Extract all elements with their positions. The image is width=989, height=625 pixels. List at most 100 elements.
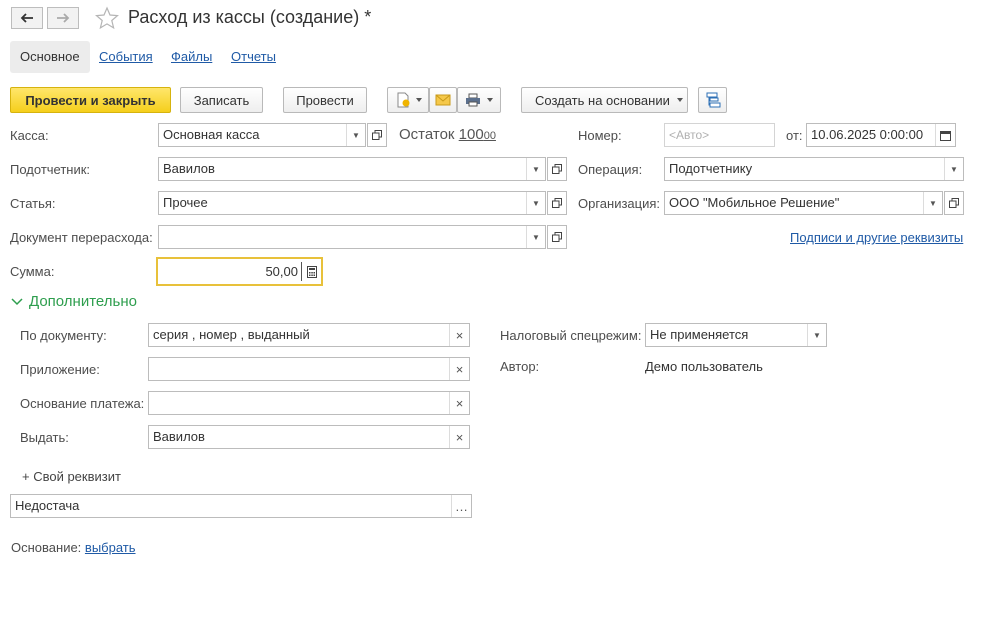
operation-value: Подотчетнику	[669, 161, 753, 176]
issue-to-value: Вавилов	[153, 429, 205, 444]
chevron-down-icon	[415, 98, 422, 102]
by-document-label: По документу:	[20, 328, 107, 343]
attachment-value	[149, 358, 449, 380]
arrow-left-icon	[20, 13, 33, 23]
sum-value: 50,00	[265, 264, 298, 279]
attachment-label: Приложение:	[20, 362, 100, 377]
calendar-icon[interactable]	[935, 124, 955, 146]
save-button[interactable]: Записать	[180, 87, 263, 113]
by-document-field[interactable]: серия , номер , выданный ×	[148, 323, 470, 347]
custom-attribute-field[interactable]: Недостача …	[10, 494, 472, 518]
basis-row: Основание: выбрать	[11, 540, 136, 555]
structure-button[interactable]	[698, 87, 727, 113]
tab-events[interactable]: События	[99, 41, 153, 73]
article-open-button[interactable]	[547, 191, 567, 215]
issue-to-label: Выдать:	[20, 430, 69, 445]
author-value: Демо пользователь	[645, 359, 763, 374]
dropdown-icon[interactable]: ▼	[346, 124, 365, 146]
article-field[interactable]: Прочее ▼	[158, 191, 546, 215]
chevron-down-icon	[676, 98, 683, 102]
arrow-right-icon	[57, 13, 70, 23]
tab-reports[interactable]: Отчеты	[231, 41, 276, 73]
tab-files[interactable]: Файлы	[171, 41, 212, 73]
add-custom-attribute-button[interactable]: + Свой реквизит	[22, 469, 121, 484]
overspend-doc-value	[159, 226, 526, 248]
chevron-down-icon	[487, 98, 493, 102]
chevron-down-icon	[11, 297, 23, 305]
number-field[interactable]: <Авто>	[664, 123, 775, 147]
number-placeholder: <Авто>	[669, 128, 710, 142]
open-window-icon	[372, 130, 382, 140]
organization-label: Организация:	[578, 196, 661, 211]
dropdown-icon[interactable]: ▼	[526, 192, 545, 214]
hierarchy-icon	[706, 92, 720, 108]
post-and-close-button[interactable]: Провести и закрыть	[10, 87, 171, 113]
clear-icon[interactable]: ×	[449, 324, 469, 346]
organization-field[interactable]: ООО "Мобильное Решение" ▼	[664, 191, 943, 215]
post-button[interactable]: Провести	[283, 87, 367, 113]
attachment-field[interactable]: ×	[148, 357, 470, 381]
overspend-doc-field[interactable]: ▼	[158, 225, 546, 249]
accountable-value: Вавилов	[163, 161, 215, 176]
clear-icon[interactable]: ×	[449, 426, 469, 448]
operation-label: Операция:	[578, 162, 643, 177]
issue-to-field[interactable]: Вавилов ×	[148, 425, 470, 449]
dropdown-icon[interactable]: ▼	[807, 324, 826, 346]
dropdown-icon[interactable]: ▼	[526, 158, 545, 180]
open-window-icon	[552, 198, 562, 208]
forward-button[interactable]	[47, 7, 79, 29]
tax-regime-field[interactable]: Не применяется ▼	[645, 323, 827, 347]
organization-open-button[interactable]	[944, 191, 964, 215]
additional-section-toggle[interactable]: Дополнительно	[11, 293, 137, 310]
clear-icon[interactable]: ×	[449, 358, 469, 380]
article-value: Прочее	[163, 195, 208, 210]
author-label: Автор:	[500, 359, 540, 374]
open-window-icon	[552, 164, 562, 174]
clear-icon[interactable]: ×	[449, 392, 469, 414]
sum-field[interactable]: 50,00	[156, 257, 323, 286]
kassa-label: Касса:	[10, 128, 49, 143]
accountable-field[interactable]: Вавилов ▼	[158, 157, 546, 181]
create-based-on-button[interactable]: Создать на основании	[521, 87, 688, 113]
calculator-icon[interactable]	[301, 262, 321, 281]
balance-value[interactable]: 10000	[459, 126, 496, 143]
balance-label: Остаток	[399, 126, 455, 143]
date-value: 10.06.2025 0:00:00	[811, 127, 924, 142]
favorite-star-icon[interactable]	[94, 6, 120, 33]
generate-button[interactable]	[387, 87, 429, 113]
dropdown-icon[interactable]: ▼	[526, 226, 545, 248]
number-label: Номер:	[578, 128, 622, 143]
payment-basis-label: Основание платежа:	[20, 396, 145, 411]
kassa-open-button[interactable]	[367, 123, 387, 147]
kassa-field[interactable]: Основная касса ▼	[158, 123, 366, 147]
envelope-icon	[435, 94, 451, 106]
operation-field[interactable]: Подотчетнику ▼	[664, 157, 964, 181]
open-window-icon	[949, 198, 959, 208]
date-field[interactable]: 10.06.2025 0:00:00	[806, 123, 956, 147]
tax-regime-label: Налоговый спецрежим:	[500, 328, 642, 343]
basis-select-link[interactable]: выбрать	[85, 540, 136, 555]
custom-attribute-value: Недостача	[15, 498, 80, 513]
overspend-doc-open-button[interactable]	[547, 225, 567, 249]
create-based-on-label: Создать на основании	[535, 92, 670, 108]
signatures-link[interactable]: Подписи и другие реквизиты	[790, 230, 963, 245]
accountable-open-button[interactable]	[547, 157, 567, 181]
date-label: от:	[786, 128, 803, 143]
article-label: Статья:	[10, 196, 56, 211]
payment-basis-value	[149, 392, 449, 414]
printer-icon	[466, 93, 480, 107]
dropdown-icon[interactable]: ▼	[944, 158, 963, 180]
select-more-icon[interactable]: …	[451, 495, 471, 517]
back-button[interactable]	[11, 7, 43, 29]
basis-label: Основание:	[11, 540, 82, 555]
tab-main[interactable]: Основное	[10, 41, 90, 73]
organization-value: ООО "Мобильное Решение"	[669, 195, 840, 210]
payment-basis-field[interactable]: ×	[148, 391, 470, 415]
print-button[interactable]	[457, 87, 501, 113]
additional-section-header: Дополнительно	[29, 293, 137, 310]
balance-display: Остаток 10000	[399, 126, 496, 143]
by-document-value: серия , номер , выданный	[153, 327, 310, 342]
dropdown-icon[interactable]: ▼	[923, 192, 942, 214]
overspend-doc-label: Документ перерасхода:	[10, 230, 153, 245]
email-button[interactable]	[429, 87, 457, 113]
